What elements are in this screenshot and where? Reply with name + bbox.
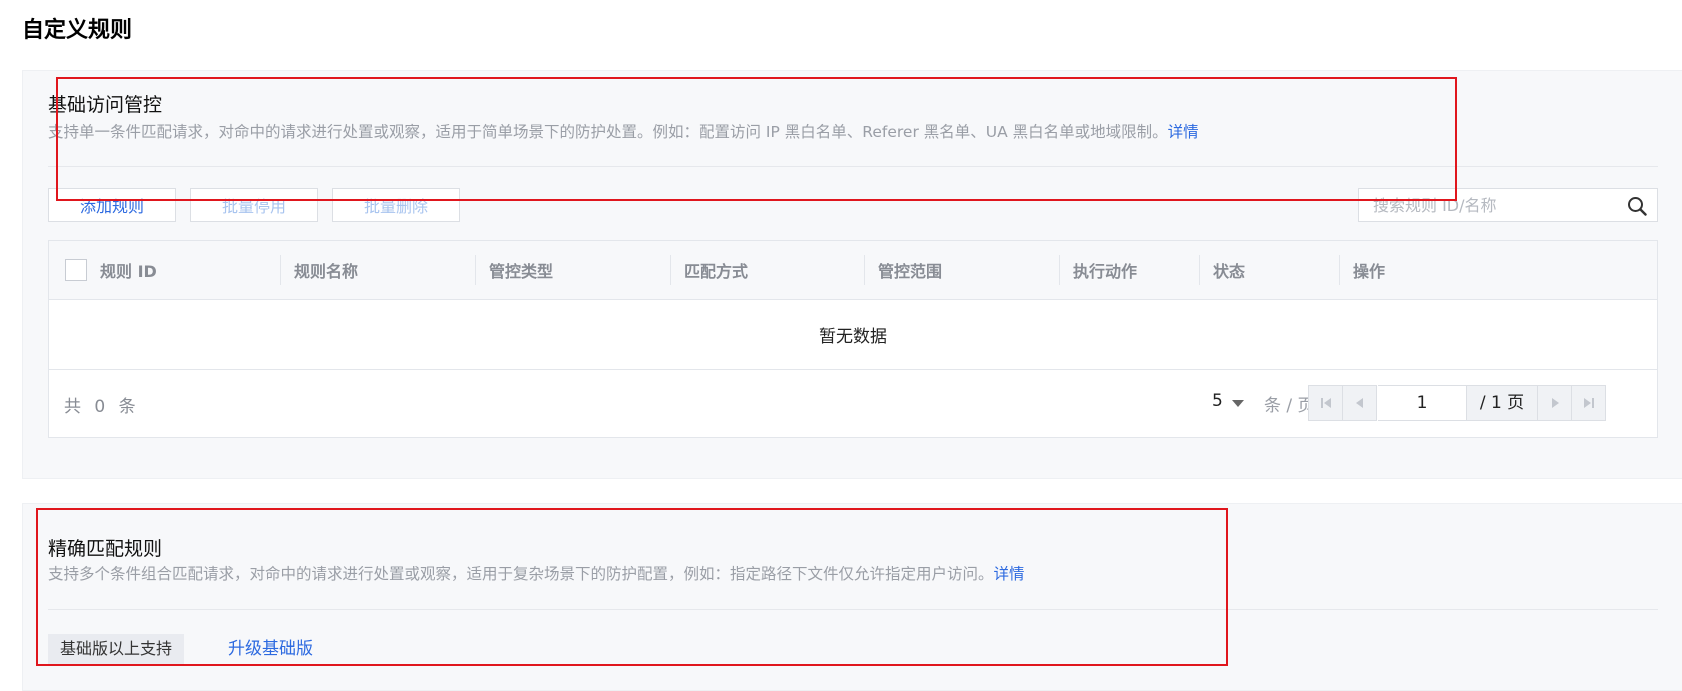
column-divider: [280, 255, 281, 285]
first-page-icon: [1320, 398, 1331, 408]
prev-page-icon: [1355, 398, 1363, 408]
prev-page-button[interactable]: [1342, 385, 1377, 421]
total-count: 共 0 条: [64, 397, 140, 417]
column-divider: [670, 255, 671, 285]
pagination: 共 0 条 5 条 / 页 1 / 1 页: [49, 369, 1657, 439]
total-pages: / 1 页: [1466, 385, 1538, 421]
per-page-label: 条 / 页: [1264, 396, 1315, 416]
column-header[interactable]: 匹配方式: [684, 241, 748, 299]
column-header[interactable]: 操作: [1353, 241, 1385, 299]
last-page-button[interactable]: [1571, 385, 1606, 421]
highlight-box: [36, 508, 1228, 666]
column-header[interactable]: 状态: [1213, 241, 1245, 299]
column-divider: [864, 255, 865, 285]
page-size-value: 5: [1212, 391, 1223, 411]
column-header[interactable]: 执行动作: [1073, 241, 1137, 299]
column-header[interactable]: 规则 ID: [100, 241, 157, 299]
table-header: 规则 ID 规则名称 管控类型 匹配方式 管控范围 执行动作 状态 操作: [49, 241, 1657, 300]
column-header[interactable]: 管控类型: [489, 241, 553, 299]
rules-table: 规则 ID 规则名称 管控类型 匹配方式 管控范围 执行动作 状态 操作 暂无数…: [48, 240, 1658, 438]
column-divider: [1339, 255, 1340, 285]
next-page-button[interactable]: [1537, 385, 1572, 421]
highlight-box: [56, 77, 1457, 201]
column-header[interactable]: 管控范围: [878, 241, 942, 299]
chevron-down-icon: [1231, 399, 1244, 407]
page-size-select[interactable]: 5: [1212, 391, 1244, 411]
column-divider: [475, 255, 476, 285]
select-all-checkbox[interactable]: [65, 259, 87, 281]
empty-state: 暂无数据: [49, 299, 1657, 370]
column-divider: [1199, 255, 1200, 285]
search-icon[interactable]: [1627, 196, 1647, 216]
column-header[interactable]: 规则名称: [294, 241, 358, 299]
next-page-icon: [1551, 398, 1559, 408]
last-page-icon: [1583, 398, 1594, 408]
page-title: 自定义规则: [22, 18, 133, 43]
first-page-button[interactable]: [1308, 385, 1343, 421]
column-divider: [1059, 255, 1060, 285]
page-number-input[interactable]: 1: [1378, 385, 1466, 421]
